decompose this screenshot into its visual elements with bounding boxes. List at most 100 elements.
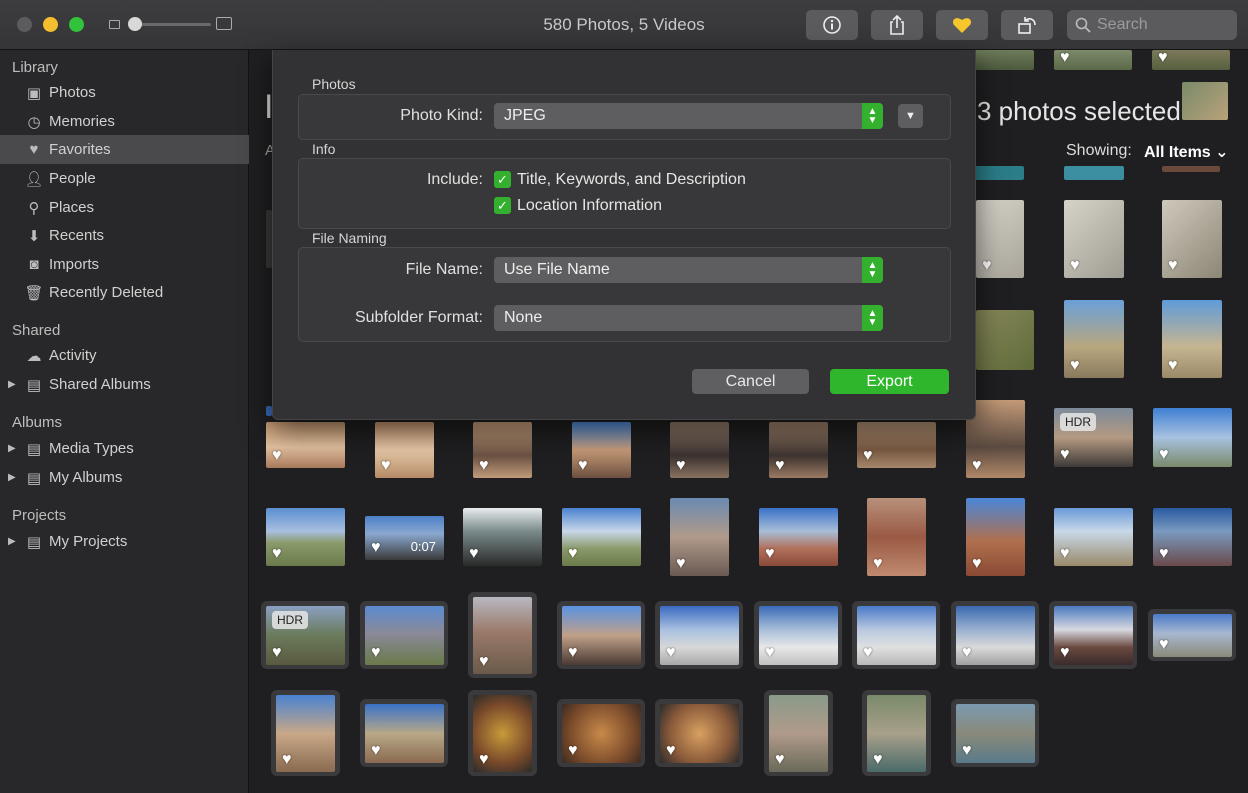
photo-thumbnail[interactable]: ♥ — [857, 606, 936, 665]
photo-thumbnail[interactable]: ♥ — [660, 606, 739, 665]
favorite-heart-icon: ♥ — [1070, 357, 1080, 374]
include-location-checkbox[interactable]: ✓ — [494, 197, 511, 214]
cancel-button[interactable]: Cancel — [692, 369, 809, 394]
photo-thumbnail[interactable]: ♥ — [572, 422, 631, 478]
sidebar-item-people[interactable]: 👤︎ People — [0, 164, 249, 193]
favorite-heart-icon: ♥ — [371, 644, 381, 661]
photo-thumbnail[interactable]: ♥ — [1162, 300, 1222, 378]
photo-thumbnail[interactable]: ♥ — [759, 508, 838, 566]
rotate-icon — [1018, 17, 1036, 34]
photo-thumbnail[interactable]: ♥ — [660, 704, 739, 763]
subfolder-format-value: None — [504, 309, 543, 326]
sidebar-section-projects: Projects — [12, 507, 67, 524]
sidebar-item-favorites[interactable]: ♥ Favorites — [0, 135, 249, 164]
photo-thumbnail[interactable]: ♥ — [956, 606, 1035, 665]
photo-thumbnail[interactable] — [1064, 166, 1124, 180]
share-button[interactable] — [871, 10, 923, 40]
photo-thumbnail[interactable]: ♥ — [1153, 408, 1232, 467]
favorite-heart-icon: ♥ — [272, 545, 282, 562]
photo-thumbnail[interactable]: ♥ — [1054, 50, 1132, 70]
favorite-heart-icon: ♥ — [765, 644, 775, 661]
search-field[interactable]: Search — [1067, 10, 1237, 40]
favorite-heart-icon: ♥ — [775, 457, 785, 474]
photo-thumbnail[interactable]: ♥ — [857, 422, 936, 468]
photo-thumbnail[interactable] — [972, 50, 1034, 70]
photo-thumbnail[interactable]: ♥ — [1064, 300, 1124, 378]
sidebar-item-label: Favorites — [49, 141, 111, 158]
photo-thumbnail[interactable]: ♥ — [463, 508, 542, 566]
sidebar-item-photos[interactable]: ▣ Photos — [0, 78, 249, 107]
sidebar-item-label: Recents — [49, 227, 105, 244]
photo-thumbnail[interactable]: ♥ — [365, 704, 444, 763]
sidebar-item-recently-deleted[interactable]: 🗑︎ Recently Deleted — [0, 278, 249, 307]
photo-thumbnail[interactable]: ♥ — [1153, 508, 1232, 566]
sidebar-item-shared-albums[interactable]: ▤ Shared Albums — [0, 370, 249, 399]
photo-thumbnail[interactable]: HDR ♥ — [1054, 408, 1133, 467]
file-name-popup[interactable]: Use File Name ▲ ▼ — [494, 257, 883, 283]
photo-thumbnail[interactable]: ♥ — [473, 597, 532, 674]
photo-thumbnail[interactable]: ♥ — [956, 704, 1035, 763]
sidebar: Library ▣ Photos ◷ Memories ♥ Favorites 👤︎ P… — [0, 50, 249, 793]
photo-thumbnail[interactable]: ♥ — [562, 606, 641, 665]
photo-thumbnail[interactable]: ♥ — [867, 498, 926, 576]
photo-kind-label: Photo Kind: — [400, 107, 483, 124]
sidebar-item-imports[interactable]: ◙ Imports — [0, 250, 249, 279]
info-section-box — [298, 158, 951, 229]
file-naming-section-label: File Naming — [312, 230, 387, 246]
photo-kind-popup[interactable]: JPEG ▲ ▼ — [494, 103, 883, 129]
photo-thumbnail[interactable]: ♥ — [769, 422, 828, 478]
sidebar-item-activity[interactable]: ☁ Activity — [0, 341, 249, 370]
photo-thumbnail[interactable]: ♥ — [976, 200, 1024, 278]
sidebar-item-media-types[interactable]: ▤ Media Types — [0, 434, 249, 463]
favorite-button[interactable] — [936, 10, 988, 40]
favorite-heart-icon: ♥ — [962, 742, 972, 759]
photo-thumbnail[interactable]: ♥ — [473, 422, 532, 478]
photo-thumbnail[interactable]: ♥ — [473, 695, 532, 772]
photo-thumbnail[interactable]: ♥ — [670, 498, 729, 576]
photo-thumbnail[interactable]: ♥ — [1153, 614, 1232, 657]
photo-thumbnail[interactable]: ♥ — [1152, 50, 1230, 70]
photo-thumbnail[interactable]: ♥ — [966, 498, 1025, 576]
photo-thumbnail[interactable]: ♥ — [562, 704, 641, 763]
photo-thumbnail[interactable]: ♥ — [1064, 200, 1124, 278]
subfolder-format-popup[interactable]: None ▲ ▼ — [494, 305, 883, 331]
include-label: Include: — [426, 171, 483, 188]
video-thumbnail[interactable]: ♥ 0:07 — [365, 516, 444, 560]
photo-thumbnail[interactable]: ♥ — [276, 695, 335, 772]
photo-thumbnail[interactable]: ♥ — [266, 422, 345, 468]
photo-thumbnail[interactable]: ♥ — [867, 695, 926, 772]
camera-icon: ◙ — [29, 256, 39, 273]
favorite-heart-icon: ♥ — [381, 457, 391, 474]
photo-thumbnail[interactable] — [972, 166, 1024, 180]
selection-count: 3 photos selected — [977, 96, 1181, 126]
photo-thumbnail[interactable]: HDR ♥ — [266, 606, 345, 665]
photo-thumbnail[interactable] — [1162, 166, 1220, 172]
sidebar-item-my-projects[interactable]: ▤ My Projects — [0, 527, 249, 556]
rotate-button[interactable] — [1001, 10, 1053, 40]
disclosure-button[interactable]: ▼ — [898, 104, 923, 128]
memories-icon: ◷ — [27, 113, 41, 131]
photo-thumbnail[interactable]: ♥ — [1054, 508, 1133, 566]
favorite-heart-icon: ♥ — [982, 257, 992, 274]
favorite-heart-icon: ♥ — [863, 644, 873, 661]
photo-thumbnail[interactable]: ♥ — [266, 508, 345, 566]
photo-thumbnail[interactable]: ♥ — [1162, 200, 1222, 278]
photo-thumbnail[interactable] — [976, 310, 1034, 370]
sidebar-item-my-albums[interactable]: ▤ My Albums — [0, 463, 249, 492]
photo-kind-value: JPEG — [504, 107, 546, 124]
sidebar-item-label: My Albums — [49, 469, 123, 486]
info-button[interactable] — [806, 10, 858, 40]
photo-thumbnail[interactable]: ♥ — [769, 695, 828, 772]
photo-thumbnail[interactable]: ♥ — [562, 508, 641, 566]
photo-thumbnail[interactable]: ♥ — [759, 606, 838, 665]
showing-filter-dropdown[interactable]: All Items ⌄ — [1144, 142, 1229, 162]
photo-thumbnail[interactable]: ♥ — [365, 606, 444, 665]
sidebar-item-recents[interactable]: ⬇ Recents — [0, 221, 249, 250]
sidebar-item-places[interactable]: ⚲ Places — [0, 193, 249, 222]
sidebar-item-memories[interactable]: ◷ Memories — [0, 107, 249, 136]
photo-thumbnail[interactable]: ♥ — [1054, 606, 1133, 665]
photo-thumbnail[interactable]: ♥ — [670, 422, 729, 478]
photo-thumbnail[interactable]: ♥ — [375, 422, 434, 478]
export-button[interactable]: Export — [830, 369, 949, 394]
include-title-checkbox[interactable]: ✓ — [494, 171, 511, 188]
